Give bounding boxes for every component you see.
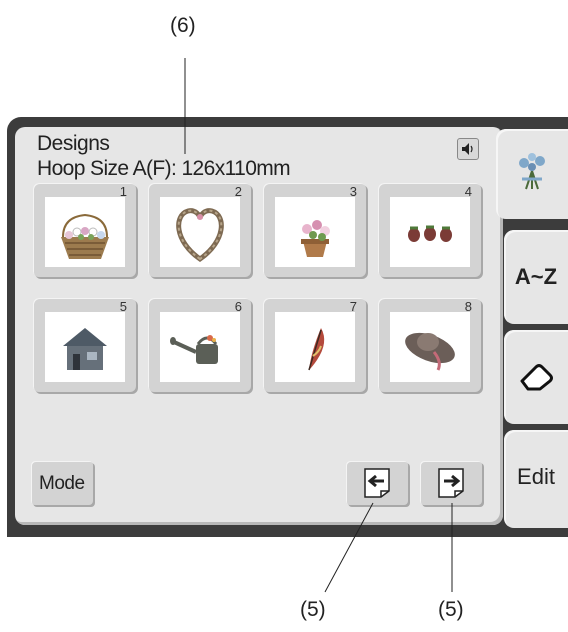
callout-leader-lines [184, 58, 453, 593]
